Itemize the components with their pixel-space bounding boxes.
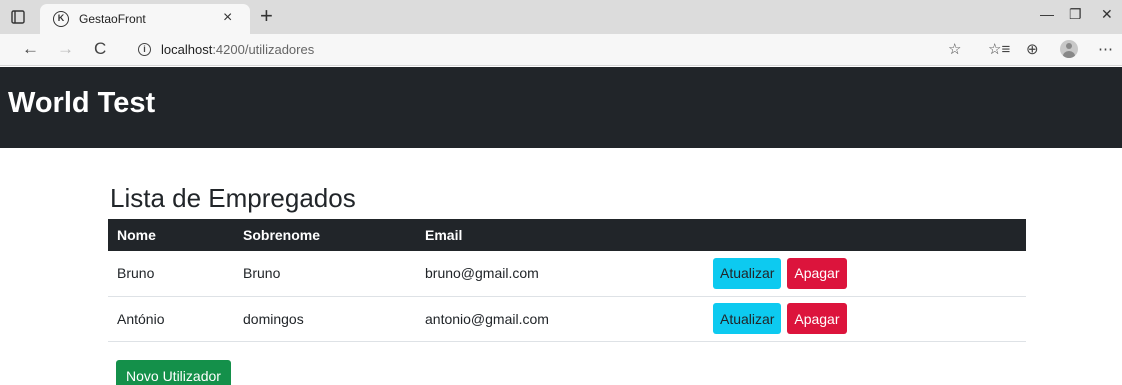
collections-icon[interactable]: ⊕ <box>1026 40 1039 58</box>
new-tab-icon[interactable]: + <box>260 4 273 28</box>
tab-actions-icon[interactable] <box>10 9 26 25</box>
table-row: Bruno Bruno bruno@gmail.com Atualizar Ap… <box>108 251 1026 297</box>
url-host: localhost <box>161 42 213 57</box>
minimize-icon[interactable]: — <box>1040 6 1054 22</box>
cell-actions: Atualizar Apagar <box>704 296 1026 342</box>
profile-avatar-icon[interactable] <box>1060 40 1078 58</box>
browser-tab-bar: K GestaoFront × + — ❐ ✕ <box>0 0 1122 34</box>
column-header-email: Email <box>425 227 463 243</box>
restore-icon[interactable]: ❐ <box>1069 6 1082 23</box>
tab-title: GestaoFront <box>79 12 146 26</box>
delete-button[interactable]: Apagar <box>787 303 847 334</box>
cell-sobrenome: Bruno <box>234 251 416 297</box>
site-favicon-icon: K <box>53 11 69 27</box>
favorites-icon[interactable]: ☆≡ <box>988 40 1010 58</box>
forward-icon[interactable]: → <box>57 39 74 59</box>
close-tab-icon[interactable]: × <box>223 9 232 27</box>
employees-table: Nome Sobrenome Email Bruno Bruno bruno@g… <box>108 219 1026 342</box>
url-path: :4200/utilizadores <box>212 42 315 57</box>
back-icon[interactable]: ← <box>22 39 39 59</box>
url-text: localhost:4200/utilizadores <box>161 42 314 57</box>
new-user-button[interactable]: Novo Utilizador <box>116 360 231 385</box>
cell-email: antonio@gmail.com <box>416 296 704 342</box>
column-header-nome: Nome <box>117 227 156 243</box>
app-title: World Test <box>8 87 156 119</box>
table-header-row: Nome Sobrenome Email <box>108 219 1026 251</box>
cell-email: bruno@gmail.com <box>416 251 704 297</box>
reload-icon[interactable]: C <box>94 39 106 59</box>
browser-tab[interactable]: K GestaoFront × <box>40 4 250 34</box>
add-favorite-icon[interactable]: ☆ <box>948 40 961 58</box>
page-title: Lista de Empregados <box>110 183 356 213</box>
cell-nome: Bruno <box>108 251 234 297</box>
table-row: António domingos antonio@gmail.com Atual… <box>108 296 1026 342</box>
update-button[interactable]: Atualizar <box>713 257 782 289</box>
more-options-icon[interactable]: ⋯ <box>1098 40 1113 58</box>
column-header-sobrenome: Sobrenome <box>243 227 321 243</box>
cell-actions: Atualizar Apagar <box>704 251 1026 297</box>
delete-button[interactable]: Apagar <box>787 257 847 289</box>
cell-nome: António <box>108 296 234 342</box>
cell-sobrenome: domingos <box>234 296 416 342</box>
update-button[interactable]: Atualizar <box>713 303 782 334</box>
column-header-actions <box>704 219 1026 251</box>
address-bar[interactable]: i localhost:4200/utilizadores <box>124 37 984 63</box>
site-info-icon[interactable]: i <box>138 43 151 56</box>
close-window-icon[interactable]: ✕ <box>1101 6 1113 23</box>
app-header: World Test <box>0 67 1122 148</box>
